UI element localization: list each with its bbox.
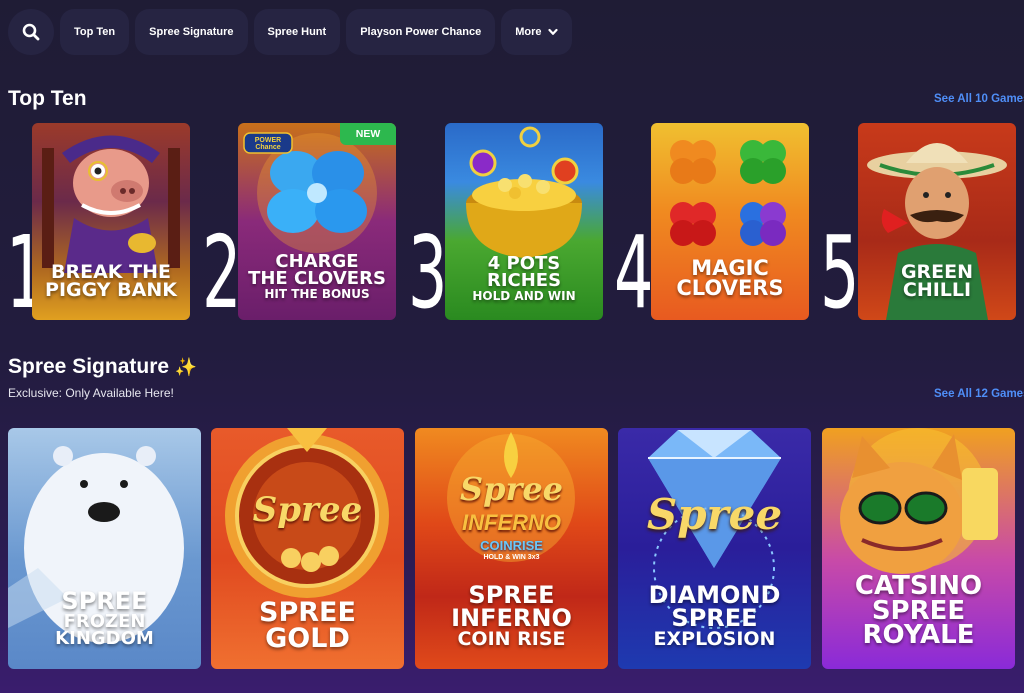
game-title: DIAMOND SPREE EXPLOSION	[618, 583, 811, 650]
inferno-logo: INFERNO	[462, 510, 561, 535]
nav-top-ten[interactable]: Top Ten	[60, 9, 130, 55]
game-card-break-the-piggy-bank[interactable]: BREAK THE PIGGY BANK	[32, 123, 190, 320]
game-title: CHARGE THE CLOVERS HIT THE BONUS	[238, 252, 396, 302]
game-title: CATSINO SPREE ROYALE	[822, 571, 1015, 651]
game-title-line: CHILLI	[902, 279, 972, 302]
game-title-line: HOLD AND WIN	[472, 289, 576, 304]
game-title: SPREE FROZEN KINGDOM	[8, 587, 201, 649]
spree-signature-heading: Spree Signature ✨	[8, 355, 197, 379]
rank-number: 4	[614, 214, 653, 331]
game-title-line: INFERNO	[451, 603, 572, 632]
game-card-diamond-spree-explosion[interactable]: Spree DIAMOND SPREE EXPLOSION	[618, 428, 811, 669]
search-button[interactable]	[8, 9, 54, 55]
nav-more-button[interactable]: More	[501, 9, 572, 55]
spree-logo: Spree	[252, 490, 363, 530]
game-title-line: SPREE	[671, 603, 758, 632]
category-nav: Top Ten Spree Signature Spree Hunt Plays…	[8, 9, 572, 55]
game-title: SPREE GOLD	[211, 597, 404, 654]
spree-signature-see-all-link[interactable]: See All 12 Games	[934, 388, 1024, 400]
game-title-line: EXPLOSION	[653, 627, 776, 650]
game-title-line: PIGGY BANK	[45, 279, 177, 302]
sparkle-icon: ✨	[174, 357, 198, 377]
rank-number: 5	[820, 214, 859, 331]
game-title-line: ROYALE	[862, 620, 975, 651]
spree-signature-subtitle: Exclusive: Only Available Here!	[8, 386, 174, 400]
game-title-line: RICHES	[486, 270, 562, 292]
game-card-charge-the-clovers[interactable]: POWER Chance NEW CHARGE THE CLOVERS HIT …	[238, 123, 396, 320]
rank-number: 3	[408, 214, 447, 331]
game-title-line: SPREE	[259, 597, 356, 628]
nav-spree-signature[interactable]: Spree Signature	[135, 9, 248, 55]
hold-and-win-logo: HOLD & WIN 3x3	[483, 554, 540, 561]
game-title: GREEN CHILLI	[858, 262, 1016, 302]
game-title-line: SPREE	[61, 587, 148, 615]
game-title-line: THE CLOVERS	[248, 268, 386, 290]
game-title-line: KINGDOM	[55, 627, 154, 649]
chevron-down-icon	[547, 28, 558, 35]
game-title: 4 POTS RICHES HOLD AND WIN	[445, 254, 603, 304]
game-card-spree-inferno-coin-rise[interactable]: Spree INFERNO COINRISE HOLD & WIN 3x3 SP…	[415, 428, 608, 669]
game-title-line: COIN RISE	[457, 627, 566, 650]
rank-number: 2	[202, 214, 241, 331]
power-chance-logo: POWER Chance	[254, 137, 282, 151]
search-icon	[22, 23, 40, 41]
game-title: MAGIC CLOVERS	[651, 258, 809, 300]
top-ten-see-all-link[interactable]: See All 10 Games	[934, 93, 1024, 105]
nav-spree-hunt[interactable]: Spree Hunt	[253, 9, 341, 55]
new-badge: NEW	[340, 123, 396, 145]
game-title: BREAK THE PIGGY BANK	[32, 262, 190, 302]
game-title-line: CATSINO	[854, 571, 983, 601]
game-card-4-pots-riches[interactable]: 4 POTS RICHES HOLD AND WIN	[445, 123, 603, 320]
game-card-spree-gold[interactable]: Spree SPREE GOLD	[211, 428, 404, 669]
game-title-line: GOLD	[265, 622, 350, 654]
game-card-catsino-spree-royale[interactable]: CATSINO SPREE ROYALE	[822, 428, 1015, 669]
game-title-line: CLOVERS	[676, 275, 784, 300]
game-card-green-chilli[interactable]: GREEN CHILLI	[858, 123, 1016, 320]
top-ten-heading: Top Ten	[8, 87, 87, 110]
spree-logo: Spree	[646, 490, 783, 539]
game-title: SPREE INFERNO COIN RISE	[415, 583, 608, 650]
game-title-line: HIT THE BONUS	[264, 287, 370, 302]
game-card-magic-clovers[interactable]: MAGIC CLOVERS	[651, 123, 809, 320]
spree-signature-title: Spree Signature	[8, 355, 170, 378]
coinrise-logo: COINRISE	[480, 538, 543, 553]
game-card-spree-frozen-kingdom[interactable]: SPREE FROZEN KINGDOM	[8, 428, 201, 669]
nav-playson-power-chance[interactable]: Playson Power Chance	[346, 9, 496, 55]
nav-more-label: More	[515, 26, 542, 38]
spree-logo: Spree	[459, 470, 564, 508]
